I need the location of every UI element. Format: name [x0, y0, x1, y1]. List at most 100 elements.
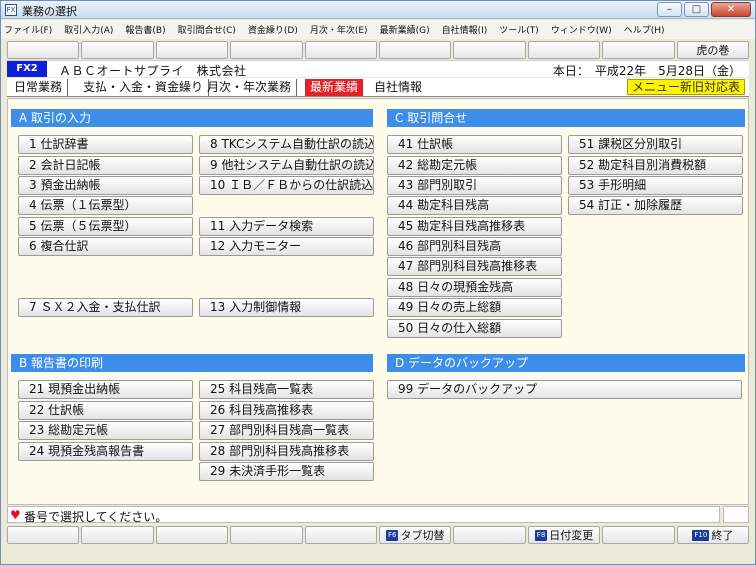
top-fkey-4[interactable]: [230, 41, 303, 59]
menu-button-24[interactable]: 24 現預金残高報告書: [18, 442, 193, 461]
bottom-fkey-5[interactable]: [304, 526, 378, 544]
menu-button-46[interactable]: 46 部門別科目残高: [387, 237, 562, 256]
menu-company-info[interactable]: 自社情報(I): [442, 23, 488, 36]
menu-tools[interactable]: ツール(T): [499, 23, 539, 36]
bottom-fkey-2[interactable]: [81, 526, 154, 544]
heart-icon: ♥: [10, 508, 21, 522]
tab-latest-results[interactable]: 最新業績: [305, 79, 364, 96]
tab-payments-cashflow[interactable]: 支払・入金・資金繰り: [78, 79, 210, 96]
menu-button-10[interactable]: 10 ＩＢ／ＦＢからの仕訳読込: [199, 176, 374, 195]
menu-button-25[interactable]: 25 科目残高一覧表: [199, 380, 374, 399]
menu-button-44[interactable]: 44 勘定科目残高: [387, 196, 562, 215]
menu-file[interactable]: ファイル(F): [4, 23, 52, 36]
bottom-fkey-4[interactable]: [230, 526, 303, 544]
menu-button-13[interactable]: 13 入力制御情報: [199, 298, 374, 317]
tab-company-info[interactable]: 自社情報: [369, 79, 427, 96]
section-b-header: B 報告書の印刷: [11, 354, 373, 372]
bottom-fkey-7[interactable]: [453, 526, 526, 544]
window-title: 業務の選択: [22, 5, 77, 18]
tab-bar: 日常業務 支払・入金・資金繰り 月次・年次業務 最新業績 自社情報 メニュー新旧…: [7, 78, 749, 97]
menu-cash-flow[interactable]: 資金繰り(D): [248, 23, 298, 36]
top-fkey-8[interactable]: [527, 41, 601, 59]
close-icon[interactable]: ✕: [711, 2, 751, 17]
exit-button[interactable]: F10 終了: [676, 526, 750, 544]
menu-button-21[interactable]: 21 現預金出納帳: [18, 380, 193, 399]
date-change-label: 日付変更: [549, 529, 594, 542]
menu-button-42[interactable]: 42 総勘定元帳: [387, 156, 562, 175]
top-fkey-1[interactable]: [7, 41, 80, 59]
section-a-header: A 取引の入力: [11, 109, 373, 127]
menu-reports[interactable]: 報告書(B): [125, 23, 165, 36]
menu-button-47[interactable]: 47 部門別科目残高推移表: [387, 257, 562, 276]
menu-button-6[interactable]: 6 複合仕訳: [18, 237, 193, 256]
menu-monthly-yearly[interactable]: 月次・年次(E): [310, 23, 368, 36]
menu-latest-results[interactable]: 最新業績(G): [380, 23, 430, 36]
menu-button-3[interactable]: 3 預金出納帳: [18, 176, 193, 195]
menu-button-22[interactable]: 22 仕訳帳: [18, 401, 193, 420]
bottom-fkey-3[interactable]: [155, 526, 229, 544]
menu-button-52[interactable]: 52 勘定科目別消費税額: [568, 156, 743, 175]
section-c-header: C 取引問合せ: [387, 109, 745, 127]
menu-button-99[interactable]: 99 データのバックアップ: [387, 380, 742, 399]
menu-button-45[interactable]: 45 勘定科目残高推移表: [387, 217, 562, 236]
top-fkey-9[interactable]: [602, 41, 675, 59]
menu-button-48[interactable]: 48 日々の現預金残高: [387, 278, 562, 297]
top-fkey-6[interactable]: [379, 41, 452, 59]
menu-button-29[interactable]: 29 未決済手形一覧表: [199, 462, 374, 481]
menu-transaction-input[interactable]: 取引入力(A): [64, 23, 113, 36]
menu-button-4[interactable]: 4 伝票（１伝票型）: [18, 196, 193, 215]
section-d-header: D データのバックアップ: [387, 354, 745, 372]
date-change-button[interactable]: F8 日付変更: [527, 526, 601, 544]
menu-button-5[interactable]: 5 伝票（５伝票型）: [18, 217, 193, 236]
menu-window[interactable]: ウィンドウ(W): [551, 23, 612, 36]
f8-key-badge: F8: [534, 529, 548, 541]
menu-bar: ファイル(F) 取引入力(A) 報告書(B) 取引問合せ(C) 資金繰り(D) …: [1, 20, 755, 39]
bottom-fkey-1[interactable]: [7, 526, 80, 544]
tora-no-maki-button[interactable]: 虎の巻: [676, 41, 750, 59]
tab-switch-button[interactable]: F6 タブ切替: [379, 526, 452, 544]
top-fkey-5[interactable]: [304, 41, 378, 59]
company-name: ＡＢＣオートサプライ 株式会社: [59, 64, 247, 78]
menu-button-26[interactable]: 26 科目残高推移表: [199, 401, 374, 420]
menu-button-11[interactable]: 11 入力データ検索: [199, 217, 374, 236]
tab-daily-work[interactable]: 日常業務: [9, 79, 69, 96]
menu-help[interactable]: ヘルプ(H): [624, 23, 665, 36]
title-bar: FX 業務の選択 – □ ✕: [1, 1, 755, 19]
menu-button-50[interactable]: 50 日々の仕入総額: [387, 319, 562, 338]
menu-button-49[interactable]: 49 日々の売上総額: [387, 298, 562, 317]
menu-button-8[interactable]: 8 TKCシステム自動仕訳の読込: [199, 135, 374, 154]
menu-transaction-query[interactable]: 取引問合せ(C): [178, 23, 236, 36]
minimize-icon[interactable]: –: [657, 2, 682, 17]
menu-button-9[interactable]: 9 他社システム自動仕訳の読込: [199, 156, 374, 175]
main-panel: A 取引の入力 1 仕訳辞書 2 会計日記帳 3 預金出納帳 4 伝票（１伝票型…: [7, 98, 749, 505]
menu-button-2[interactable]: 2 会計日記帳: [18, 156, 193, 175]
menu-button-28[interactable]: 28 部門別科目残高推移表: [199, 442, 374, 461]
menu-button-7[interactable]: 7 ＳＸ２入金・支払仕訳: [18, 298, 193, 317]
menu-mapping-notice[interactable]: メニュー新旧対応表: [626, 79, 745, 95]
f6-key-badge: F6: [385, 529, 399, 541]
f10-key-badge: F10: [692, 529, 710, 541]
maximize-icon[interactable]: □: [684, 2, 709, 17]
top-fkey-3[interactable]: [155, 41, 229, 59]
menu-button-41[interactable]: 41 仕訳帳: [387, 135, 562, 154]
company-strip: FX2 ＡＢＣオートサプライ 株式会社 本日： 平成22年 5月28日（金）: [7, 60, 749, 78]
menu-button-53[interactable]: 53 手形明細: [568, 176, 743, 195]
menu-button-27[interactable]: 27 部門別科目残高一覧表: [199, 421, 374, 440]
menu-button-23[interactable]: 23 総勘定元帳: [18, 421, 193, 440]
system-code-badge: FX2: [7, 61, 47, 77]
menu-button-1[interactable]: 1 仕訳辞書: [18, 135, 193, 154]
status-bar: ♥ 番号で選択してください。: [7, 506, 720, 524]
top-fkey-2[interactable]: [81, 41, 154, 59]
today-date: 本日： 平成22年 5月28日（金）: [552, 64, 741, 78]
status-message: 番号で選択してください。: [24, 510, 168, 524]
bottom-function-bar: F6 タブ切替 F8 日付変更 F10 終了: [7, 526, 750, 544]
top-fkey-7[interactable]: [453, 41, 526, 59]
bottom-fkey-9[interactable]: [602, 526, 675, 544]
tab-monthly-yearly[interactable]: 月次・年次業務: [202, 79, 298, 96]
menu-button-43[interactable]: 43 部門別取引: [387, 176, 562, 195]
menu-button-51[interactable]: 51 課税区分別取引: [568, 135, 743, 154]
top-function-bar: 虎の巻: [7, 41, 750, 59]
menu-button-12[interactable]: 12 入力モニター: [199, 237, 374, 256]
status-indicator: [723, 506, 749, 523]
menu-button-54[interactable]: 54 訂正・加除履歴: [568, 196, 743, 215]
